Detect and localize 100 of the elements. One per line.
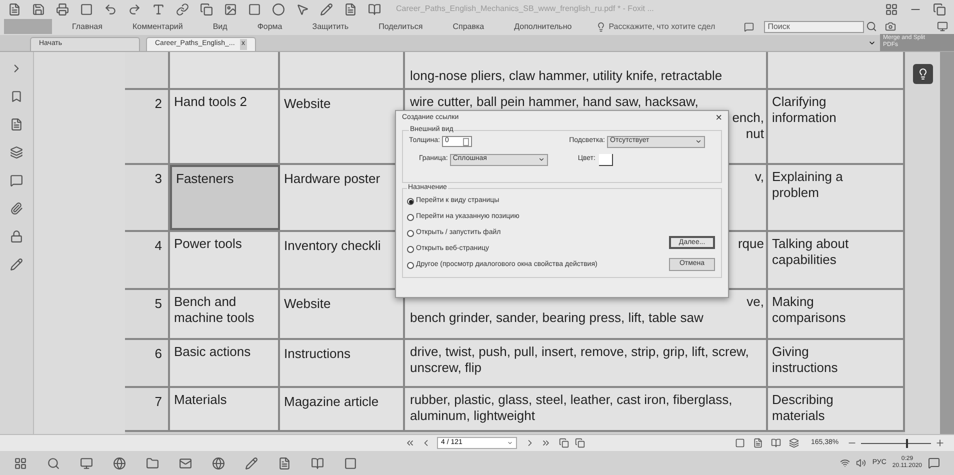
- tell-me-field[interactable]: Расскажите, что хотите сдел: [608, 20, 744, 32]
- task-view-icon[interactable]: [80, 456, 93, 470]
- menu-item[interactable]: Справка: [452, 20, 484, 32]
- pointer-icon[interactable]: [296, 2, 309, 16]
- dropdown-icon[interactable]: [868, 39, 876, 47]
- network-icon[interactable]: [840, 458, 850, 468]
- zoom-in-icon[interactable]: [934, 438, 945, 448]
- menu-item[interactable]: Главная: [72, 20, 102, 32]
- table-cell: Talking about capabilities: [768, 232, 905, 288]
- page-icon[interactable]: [344, 2, 357, 16]
- radio-button[interactable]: [407, 246, 414, 253]
- radio-button[interactable]: [407, 230, 414, 237]
- ellipse-icon[interactable]: [272, 2, 285, 16]
- two-page-icon[interactable]: [771, 438, 781, 448]
- radio-button[interactable]: [407, 198, 414, 205]
- volume-icon[interactable]: [856, 458, 866, 468]
- scrollbar[interactable]: [940, 52, 954, 434]
- chevron-icon: [538, 156, 545, 163]
- search-field[interactable]: Поиск: [764, 20, 864, 32]
- table-cell: Instructions: [280, 340, 405, 386]
- start-icon[interactable]: [14, 456, 27, 470]
- copy-icon[interactable]: [575, 438, 585, 448]
- menu-item[interactable]: Поделиться: [378, 20, 423, 32]
- save-icon[interactable]: [32, 2, 45, 16]
- table-cell-text: ench,: [732, 110, 764, 126]
- account-icon[interactable]: [937, 21, 948, 32]
- single-page-icon[interactable]: [735, 438, 745, 448]
- menu-item[interactable]: Вид: [212, 20, 228, 32]
- browser-icon[interactable]: [113, 456, 126, 470]
- signature-icon[interactable]: [10, 258, 23, 271]
- table-cell-text: long-nose pliers, claw hammer, utility knife, retractable: [410, 68, 724, 84]
- search-icon[interactable]: [47, 456, 60, 470]
- redo-icon[interactable]: [128, 2, 141, 16]
- table-cell: Making comparisons: [768, 290, 905, 338]
- layers-icon[interactable]: [10, 146, 23, 159]
- app-icon[interactable]: [344, 456, 357, 470]
- text-icon[interactable]: [152, 2, 165, 16]
- table-cell: 3: [125, 165, 170, 230]
- lock-icon[interactable]: [10, 230, 23, 243]
- radio-button[interactable]: [407, 214, 414, 221]
- continuous-page-icon[interactable]: [753, 438, 763, 448]
- table-cell: 2: [125, 90, 170, 163]
- document-icon[interactable]: [278, 456, 291, 470]
- menu-item[interactable]: Защитить: [312, 20, 349, 32]
- table-cell-text: nut: [746, 126, 764, 142]
- table-cell-text: rque: [738, 236, 764, 252]
- copy-icon[interactable]: [200, 2, 213, 16]
- table-cell: Magazine article: [280, 388, 405, 430]
- menu-item[interactable]: Форма: [257, 20, 282, 32]
- table-cell: 6: [125, 340, 170, 386]
- zoom-slider-thumb[interactable]: [906, 438, 908, 448]
- frame-icon[interactable]: [80, 2, 93, 16]
- link-icon[interactable]: [176, 2, 189, 16]
- chat-icon[interactable]: [744, 22, 754, 32]
- table-cell: Basic actions: [170, 340, 280, 386]
- search-icon[interactable]: [866, 21, 877, 32]
- table-cell: Explaining a problem: [768, 165, 905, 230]
- image-icon[interactable]: [224, 2, 237, 16]
- menu-item[interactable]: Комментарий: [132, 20, 183, 32]
- undo-icon[interactable]: [104, 2, 117, 16]
- table-cell: Clarifying information: [768, 90, 905, 163]
- close-button[interactable]: ×: [716, 110, 722, 126]
- pages-icon[interactable]: [10, 118, 23, 131]
- radio-button[interactable]: [407, 262, 414, 269]
- table-cell: Fasteners: [170, 165, 280, 230]
- table-cell-text: ve,: [746, 294, 764, 310]
- camera-icon[interactable]: [884, 21, 896, 32]
- rectangle-icon[interactable]: [248, 2, 261, 16]
- table-cell: Bench and machine tools: [170, 290, 280, 338]
- book-icon[interactable]: [368, 2, 381, 16]
- document-icon[interactable]: [8, 2, 21, 16]
- pencil-icon[interactable]: [320, 2, 333, 16]
- mail-icon[interactable]: [179, 456, 192, 470]
- tip-button[interactable]: [912, 64, 932, 84]
- printer-icon[interactable]: [56, 2, 69, 16]
- table-cell-text: rubber, plastic, glass, steel, leather, cast iron, fiberglass, aluminum, lightweight: [410, 392, 734, 424]
- lightbulb-icon: [916, 68, 928, 80]
- lightbulb-icon[interactable]: [596, 22, 606, 32]
- table-cell: Describing materials: [768, 388, 905, 430]
- table-cell: 5: [125, 290, 170, 338]
- table-cell: 7: [125, 388, 170, 430]
- notification-icon[interactable]: [928, 457, 940, 469]
- first-page-icon[interactable]: [405, 438, 415, 448]
- pen-icon[interactable]: [245, 456, 258, 470]
- paperclip-icon[interactable]: [10, 202, 23, 215]
- split-icon[interactable]: [789, 438, 799, 448]
- grid-icon[interactable]: [885, 2, 898, 16]
- menu-item[interactable]: Дополнительно: [514, 20, 572, 32]
- table-cell: Power tools: [170, 232, 280, 288]
- window-title: Career_Paths_English_Mechanics_SB_www_frenglish_ru.pdf * - Foxit ...: [396, 3, 654, 15]
- color-swatch[interactable]: [599, 154, 614, 166]
- book-icon[interactable]: [311, 456, 324, 470]
- restore-icon[interactable]: [933, 2, 946, 16]
- copy-icon[interactable]: [559, 438, 569, 448]
- folder-icon[interactable]: [146, 456, 159, 470]
- browser-icon[interactable]: [212, 456, 225, 470]
- last-page-icon[interactable]: [541, 438, 551, 448]
- table-cell-text: drive, twist, push, pull, insert, remove, strip, grip, lift, screw, unscrew, flip: [410, 344, 750, 376]
- bookmark-icon[interactable]: [10, 90, 23, 103]
- comment-icon[interactable]: [10, 174, 23, 187]
